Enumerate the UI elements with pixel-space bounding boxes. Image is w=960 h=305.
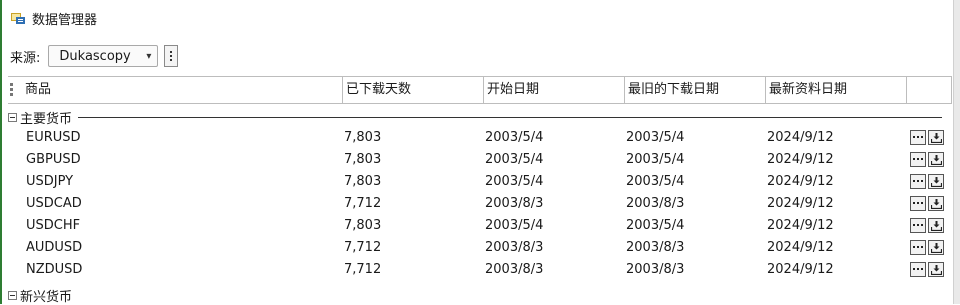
group-divider <box>78 116 942 118</box>
group-label: 新兴货币 <box>20 289 73 305</box>
table-row[interactable]: USDCHF 7,803 2003/5/4 2003/5/4 2024/9/12 <box>8 215 952 237</box>
window-title: 数据管理器 <box>32 12 98 28</box>
cell-symbol: GBPUSD <box>26 152 81 167</box>
row-actions <box>910 218 944 233</box>
more-icon[interactable] <box>910 196 926 211</box>
row-actions <box>910 196 944 211</box>
column-header-latest[interactable]: 最新资料日期 <box>765 77 906 103</box>
column-header-actions <box>906 77 952 103</box>
cell-oldest: 2003/8/3 <box>626 196 685 211</box>
row-actions <box>910 240 944 255</box>
cell-symbol: NZDUSD <box>26 262 83 277</box>
row-actions <box>910 174 944 189</box>
data-grid: 商品 已下载天数 开始日期 最旧的下载日期 最新资料日期 主要货币 EURUSD… <box>8 76 952 305</box>
download-icon[interactable] <box>928 174 944 189</box>
download-icon[interactable] <box>928 262 944 277</box>
cell-days: 7,803 <box>344 174 382 189</box>
cell-oldest: 2003/8/3 <box>626 240 685 255</box>
cell-latest: 2024/9/12 <box>767 130 834 145</box>
download-icon[interactable] <box>928 218 944 233</box>
title-bar: 数据管理器 <box>10 8 97 28</box>
table-row[interactable]: NZDUSD 7,712 2003/8/3 2003/8/3 2024/9/12 <box>8 259 952 281</box>
group-label: 主要货币 <box>20 111 73 127</box>
row-actions <box>910 130 944 145</box>
row-actions <box>910 152 944 167</box>
cell-latest: 2024/9/12 <box>767 196 834 211</box>
column-drag-handle-icon[interactable] <box>10 82 14 98</box>
cell-start: 2003/8/3 <box>485 196 544 211</box>
download-icon[interactable] <box>928 196 944 211</box>
column-header-symbol[interactable]: 商品 <box>22 77 342 103</box>
download-icon[interactable] <box>928 130 944 145</box>
table-row[interactable]: EURUSD 7,803 2003/5/4 2003/5/4 2024/9/12 <box>8 127 952 149</box>
cell-latest: 2024/9/12 <box>767 240 834 255</box>
cell-days: 7,803 <box>344 218 382 233</box>
cell-latest: 2024/9/12 <box>767 262 834 277</box>
download-icon[interactable] <box>928 240 944 255</box>
source-selector-row: 来源: Dukascopy ▾ <box>10 44 179 68</box>
source-options-button[interactable] <box>164 45 179 67</box>
more-icon[interactable] <box>910 262 926 277</box>
cell-start: 2003/5/4 <box>485 174 544 189</box>
chevron-down-icon: ▾ <box>146 50 152 62</box>
grid-header: 商品 已下载天数 开始日期 最旧的下载日期 最新资料日期 <box>8 76 952 104</box>
column-header-start[interactable]: 开始日期 <box>483 77 624 103</box>
download-icon[interactable] <box>928 152 944 167</box>
data-manager-icon <box>10 11 26 25</box>
cell-oldest: 2003/5/4 <box>626 152 685 167</box>
cell-days: 7,803 <box>344 152 382 167</box>
table-row[interactable]: USDJPY 7,803 2003/5/4 2003/5/4 2024/9/12 <box>8 171 952 193</box>
cell-start: 2003/8/3 <box>485 262 544 277</box>
more-icon[interactable] <box>910 218 926 233</box>
cell-latest: 2024/9/12 <box>767 218 834 233</box>
cell-days: 7,712 <box>344 196 382 211</box>
more-icon[interactable] <box>910 130 926 145</box>
cell-symbol: USDCHF <box>26 218 81 233</box>
kebab-icon <box>170 51 173 61</box>
cell-start: 2003/5/4 <box>485 218 544 233</box>
cell-days: 7,712 <box>344 262 382 277</box>
column-header-days[interactable]: 已下载天数 <box>342 77 483 103</box>
more-icon[interactable] <box>910 174 926 189</box>
group-header-emerging[interactable]: 新兴货币 <box>8 285 952 305</box>
cell-oldest: 2003/8/3 <box>626 262 685 277</box>
vertical-scrollbar[interactable] <box>953 0 960 304</box>
row-actions <box>910 262 944 277</box>
cell-start: 2003/8/3 <box>485 240 544 255</box>
more-icon[interactable] <box>910 152 926 167</box>
cell-oldest: 2003/5/4 <box>626 174 685 189</box>
cell-symbol: AUDUSD <box>26 240 83 255</box>
collapse-toggle-icon[interactable] <box>8 112 17 122</box>
collapse-toggle-icon[interactable] <box>8 290 17 300</box>
cell-symbol: EURUSD <box>26 130 81 145</box>
cell-oldest: 2003/5/4 <box>626 130 685 145</box>
cell-oldest: 2003/5/4 <box>626 218 685 233</box>
source-select[interactable]: Dukascopy ▾ <box>48 45 159 67</box>
cell-days: 7,712 <box>344 240 382 255</box>
cell-start: 2003/5/4 <box>485 152 544 167</box>
table-row[interactable]: AUDUSD 7,712 2003/8/3 2003/8/3 2024/9/12 <box>8 237 952 259</box>
source-select-value: Dukascopy <box>59 48 131 64</box>
window-left-edge <box>0 0 2 304</box>
more-icon[interactable] <box>910 240 926 255</box>
table-row[interactable]: USDCAD 7,712 2003/8/3 2003/8/3 2024/9/12 <box>8 193 952 215</box>
cell-symbol: USDCAD <box>26 196 82 211</box>
table-row[interactable]: GBPUSD 7,803 2003/5/4 2003/5/4 2024/9/12 <box>8 149 952 171</box>
cell-latest: 2024/9/12 <box>767 152 834 167</box>
cell-start: 2003/5/4 <box>485 130 544 145</box>
cell-latest: 2024/9/12 <box>767 174 834 189</box>
cell-days: 7,803 <box>344 130 382 145</box>
source-label: 来源: <box>10 50 41 66</box>
column-header-oldest[interactable]: 最旧的下载日期 <box>624 77 765 103</box>
group-header-major[interactable]: 主要货币 <box>8 107 952 127</box>
cell-symbol: USDJPY <box>26 174 74 189</box>
